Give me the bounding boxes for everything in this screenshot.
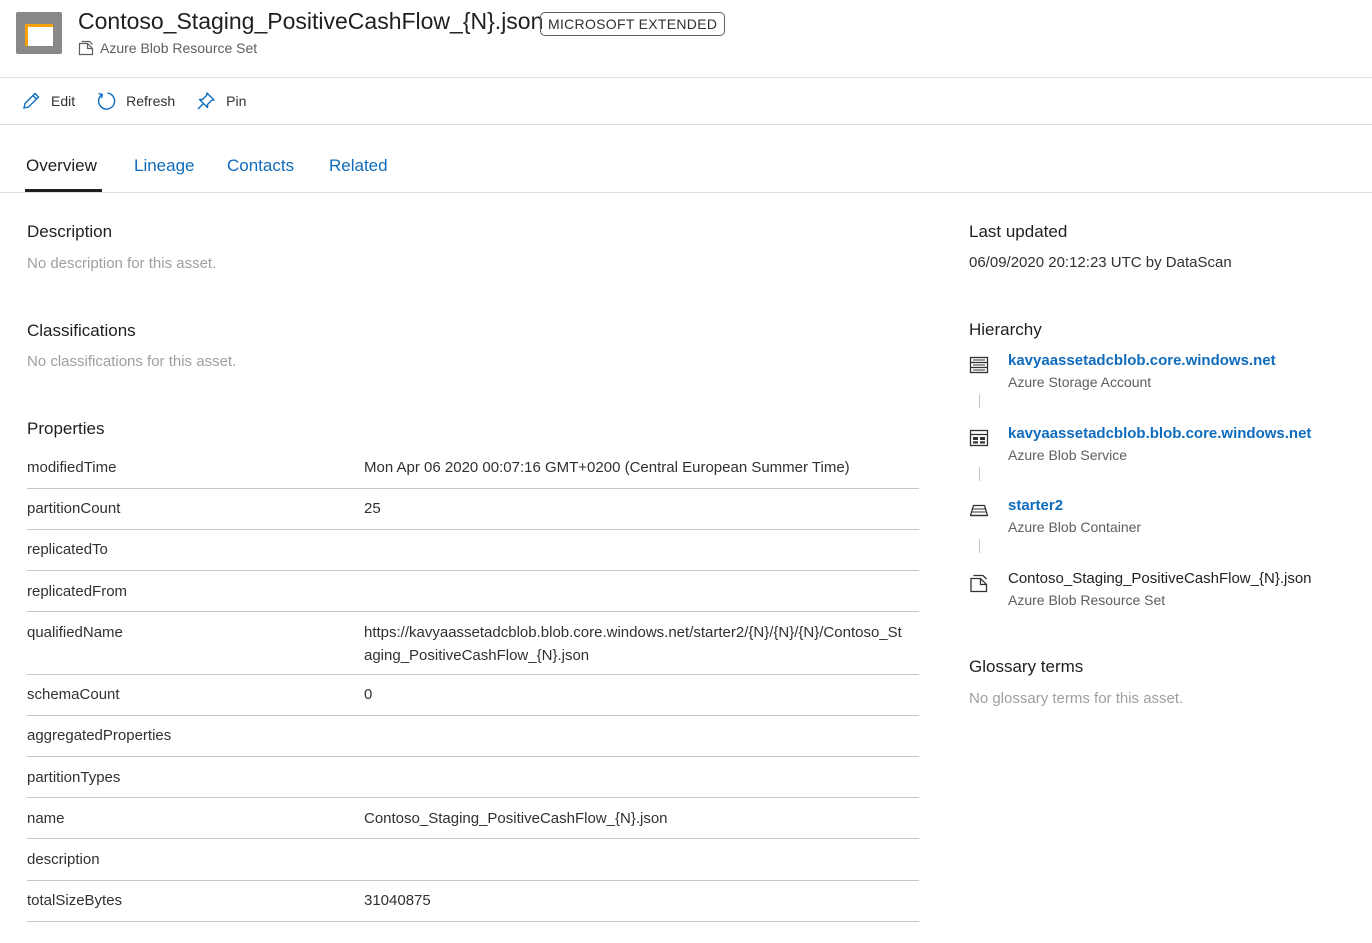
last-updated-heading: Last updated <box>969 222 1068 241</box>
hierarchy-heading: Hierarchy <box>969 320 1042 339</box>
hierarchy-item: kavyaassetadcblob.core.windows.net Azure… <box>969 352 1369 396</box>
refresh-label: Refresh <box>126 93 176 109</box>
edit-label: Edit <box>51 93 76 109</box>
property-row: schemaCount 0 <box>27 675 919 716</box>
glossary-heading: Glossary terms <box>969 657 1084 676</box>
asset-subtype-label: Azure Blob Resource Set <box>100 40 258 56</box>
asset-type-icon <box>16 12 62 54</box>
hierarchy-current-asset: Contoso_Staging_PositiveCashFlow_{N}.jso… <box>1008 570 1312 587</box>
property-row: replicatedTo <box>27 530 919 571</box>
asset-title: Contoso_Staging_PositiveCashFlow_{N}.jso… <box>78 8 544 34</box>
property-value: 31040875 <box>364 892 431 909</box>
command-bar: Edit Refresh Pin <box>0 78 1372 125</box>
hierarchy-connector <box>979 467 980 481</box>
property-row: aggregatedProperties <box>27 716 919 757</box>
property-value: 0 <box>364 686 373 703</box>
property-row: qualifiedName https://kavyaassetadcblob.… <box>27 612 919 675</box>
blob-service-icon <box>969 429 989 447</box>
property-key: replicatedTo <box>27 541 108 558</box>
hierarchy-link-blob-service[interactable]: kavyaassetadcblob.blob.core.windows.net <box>1008 425 1311 442</box>
property-row: partitionCount 25 <box>27 489 919 530</box>
hierarchy-link-blob-container[interactable]: starter2 <box>1008 497 1063 514</box>
property-row: modifiedTime Mon Apr 06 2020 00:07:16 GM… <box>27 448 919 489</box>
property-key: schemaCount <box>27 686 120 703</box>
description-empty-text: No description for this asset. <box>27 255 217 272</box>
asset-subtype: Azure Blob Resource Set <box>78 40 257 56</box>
property-row: replicatedFrom <box>27 571 919 612</box>
tab-related[interactable]: Related <box>329 156 388 176</box>
pencil-icon <box>23 92 40 109</box>
pin-label: Pin <box>226 93 247 109</box>
microsoft-extended-badge: MICROSOFT EXTENDED <box>540 12 726 36</box>
property-value: https://kavyaassetadcblob.blob.core.wind… <box>364 624 902 664</box>
hierarchy-item: Contoso_Staging_PositiveCashFlow_{N}.jso… <box>969 570 1369 614</box>
property-value: Contoso_Staging_PositiveCashFlow_{N}.jso… <box>364 810 668 827</box>
hierarchy-type: Azure Blob Container <box>1008 519 1142 535</box>
resource-set-icon <box>970 574 988 593</box>
property-row: name Contoso_Staging_PositiveCashFlow_{N… <box>27 798 919 839</box>
property-key: modifiedTime <box>27 459 117 476</box>
asset-header: Contoso_Staging_PositiveCashFlow_{N}.jso… <box>0 0 1372 78</box>
description-heading: Description <box>27 222 113 241</box>
property-row: totalSizeBytes 31040875 <box>27 881 919 922</box>
active-tab-indicator <box>25 189 102 192</box>
property-value: Mon Apr 06 2020 00:07:16 GMT+0200 (Centr… <box>364 459 850 476</box>
pin-button[interactable]: Pin <box>195 90 246 112</box>
hierarchy-type: Azure Storage Account <box>1008 374 1152 390</box>
property-value: 25 <box>364 500 381 517</box>
hierarchy-link-storage-account[interactable]: kavyaassetadcblob.core.windows.net <box>1008 352 1276 369</box>
refresh-icon <box>98 92 116 110</box>
property-key: partitionTypes <box>27 769 121 786</box>
blob-container-icon <box>969 504 989 517</box>
hierarchy-item: kavyaassetadcblob.blob.core.windows.net … <box>969 425 1369 469</box>
property-key: partitionCount <box>27 500 121 517</box>
hierarchy-connector <box>979 394 980 408</box>
glossary-empty-text: No glossary terms for this asset. <box>969 690 1184 707</box>
classifications-heading: Classifications <box>27 321 136 340</box>
property-row: partitionTypes <box>27 757 919 798</box>
storage-account-icon <box>969 356 989 374</box>
pin-icon <box>197 92 215 110</box>
property-key: name <box>27 810 65 827</box>
property-key: replicatedFrom <box>27 583 128 600</box>
property-key: description <box>27 851 100 868</box>
property-key: totalSizeBytes <box>27 892 123 909</box>
last-updated-value: 06/09/2020 20:12:23 UTC by DataScan <box>969 254 1232 271</box>
property-row: description <box>27 839 919 881</box>
resource-set-icon <box>78 40 94 56</box>
hierarchy-type: Azure Blob Service <box>1008 447 1128 463</box>
tab-contacts[interactable]: Contacts <box>227 156 294 176</box>
tab-lineage[interactable]: Lineage <box>134 156 195 176</box>
properties-heading: Properties <box>27 419 105 438</box>
refresh-button[interactable]: Refresh <box>95 90 175 112</box>
hierarchy-connector <box>979 539 980 553</box>
property-key: qualifiedName <box>27 624 123 641</box>
classifications-empty-text: No classifications for this asset. <box>27 353 237 370</box>
tab-overview[interactable]: Overview <box>26 156 97 176</box>
hierarchy-type: Azure Blob Resource Set <box>1008 592 1166 608</box>
hierarchy-item: starter2 Azure Blob Container <box>969 497 1369 541</box>
tab-bar: Overview Lineage Contacts Related <box>0 125 1372 193</box>
property-key: aggregatedProperties <box>27 727 172 744</box>
edit-button[interactable]: Edit <box>20 90 75 112</box>
